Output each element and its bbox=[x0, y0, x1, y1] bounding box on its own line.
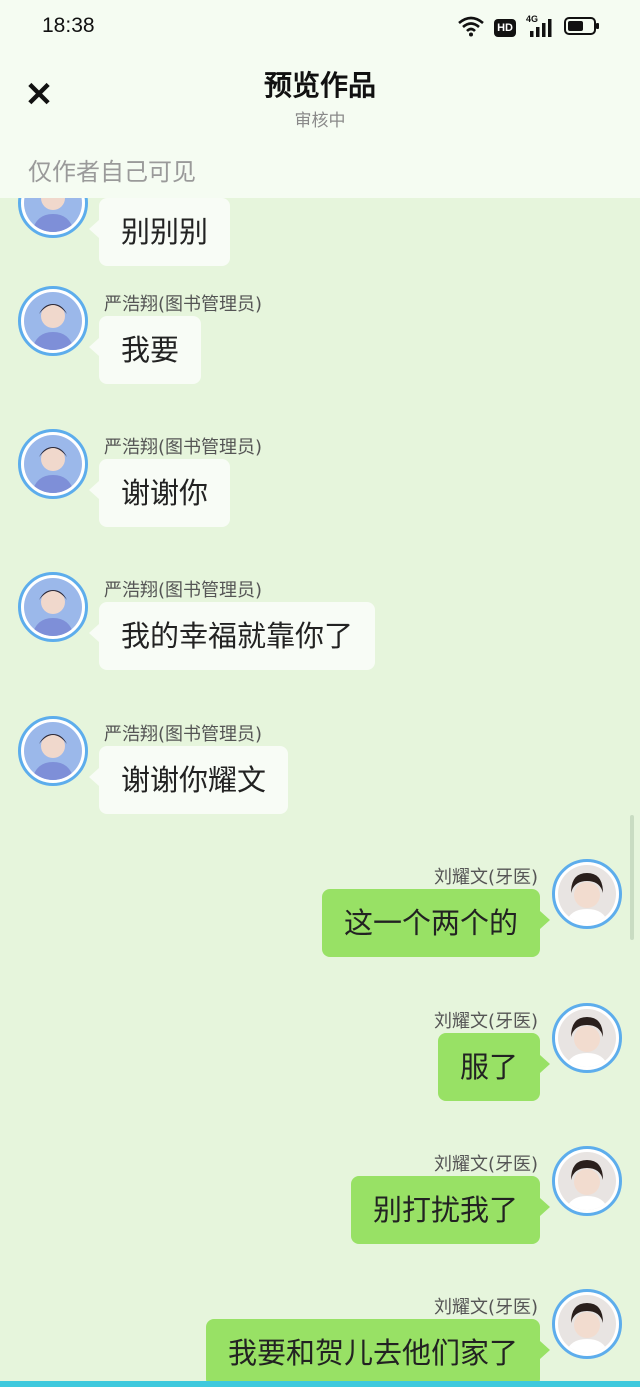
scrollbar[interactable] bbox=[630, 815, 634, 940]
chat-preview-screen: 别别别 严浩翔(图书管理员) 我要 严浩翔(图书管理员) 谢谢你 严浩翔(图书管… bbox=[0, 0, 640, 1387]
signal-icon: 4G bbox=[526, 14, 554, 39]
wifi-icon bbox=[458, 15, 484, 41]
page-title: 预览作品 bbox=[263, 69, 376, 102]
sender-name: 刘耀文(牙医) bbox=[433, 1011, 538, 1032]
status-icons: HD 4G bbox=[458, 14, 600, 41]
message-bubble[interactable]: 我要和贺儿去他们家了 bbox=[205, 1319, 551, 1387]
message-bubble[interactable]: 我要 bbox=[88, 316, 202, 384]
sender-name: 严浩翔(图书管理员) bbox=[104, 724, 263, 745]
avatar-liu-yaowen[interactable] bbox=[552, 1289, 622, 1359]
avatar-yan-haoxiang[interactable] bbox=[18, 286, 88, 356]
chat-list[interactable]: 别别别 严浩翔(图书管理员) 我要 严浩翔(图书管理员) 谢谢你 严浩翔(图书管… bbox=[0, 0, 640, 1387]
sender-name: 刘耀文(牙医) bbox=[433, 1297, 538, 1318]
header: 18:38 HD 4G ✕ 预览作品 审核中 仅作者自己可见 bbox=[0, 0, 640, 198]
sender-name: 刘耀文(牙医) bbox=[433, 1154, 538, 1175]
avatar-liu-yaowen[interactable] bbox=[552, 1003, 622, 1073]
status-time: 18:38 bbox=[42, 14, 95, 37]
message-bubble[interactable]: 谢谢你 bbox=[88, 459, 231, 527]
message-bubble[interactable]: 别打扰我了 bbox=[350, 1176, 551, 1244]
sender-name: 严浩翔(图书管理员) bbox=[104, 580, 263, 601]
avatar-liu-yaowen[interactable] bbox=[552, 1146, 622, 1216]
review-status: 审核中 bbox=[294, 111, 346, 131]
message-bubble[interactable]: 我的幸福就靠你了 bbox=[88, 602, 376, 670]
message-bubble[interactable]: 别别别 bbox=[88, 198, 231, 266]
avatar-yan-haoxiang[interactable] bbox=[18, 429, 88, 499]
sender-name: 刘耀文(牙医) bbox=[433, 867, 538, 888]
avatar-yan-haoxiang[interactable] bbox=[18, 572, 88, 642]
sender-name: 严浩翔(图书管理员) bbox=[104, 294, 263, 315]
visibility-notice: 仅作者自己可见 bbox=[28, 158, 196, 186]
hd-icon: HD bbox=[494, 19, 516, 37]
message-bubble[interactable]: 谢谢你耀文 bbox=[88, 746, 289, 814]
message-bubble[interactable]: 这一个两个的 bbox=[321, 889, 551, 957]
sender-name: 严浩翔(图书管理员) bbox=[104, 437, 263, 458]
avatar-liu-yaowen[interactable] bbox=[552, 859, 622, 929]
avatar-yan-haoxiang[interactable] bbox=[18, 716, 88, 786]
message-bubble[interactable]: 服了 bbox=[437, 1033, 551, 1101]
bottom-accent-bar bbox=[0, 1381, 640, 1387]
battery-icon bbox=[564, 16, 600, 40]
